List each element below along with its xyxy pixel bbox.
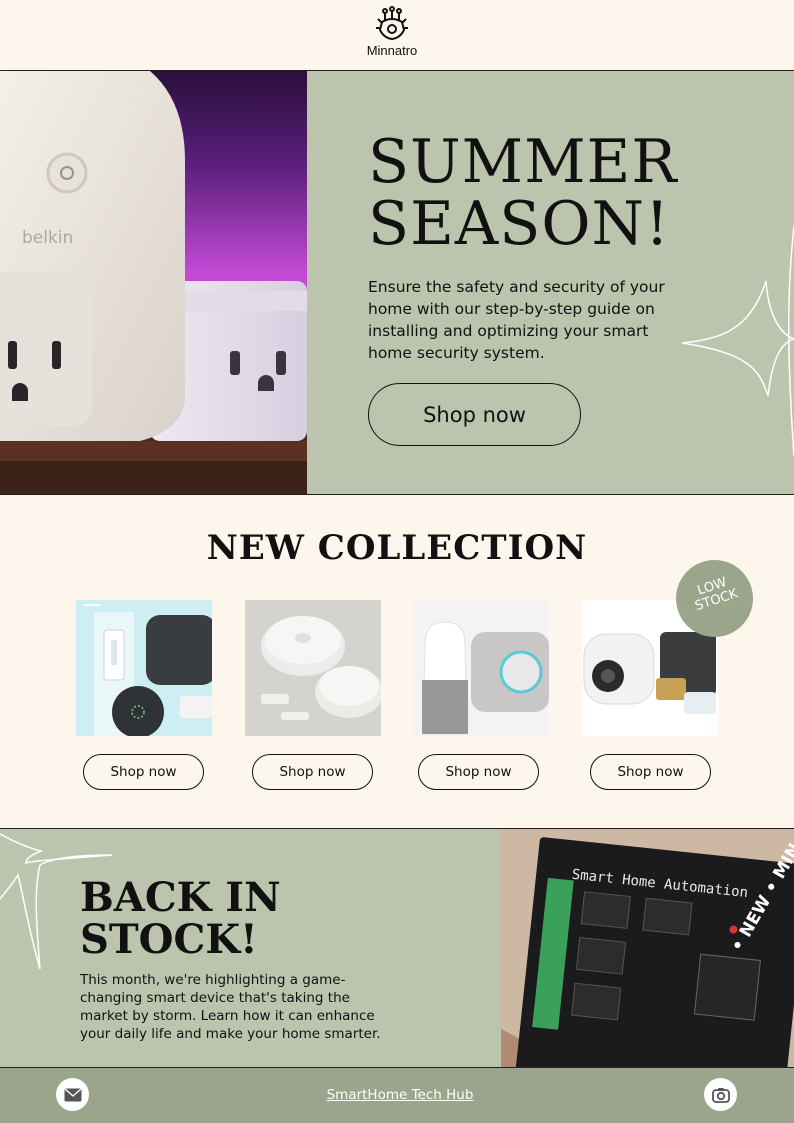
hero-description: Ensure the safety and security of your h… — [368, 278, 665, 362]
camera-icon — [711, 1087, 730, 1103]
product-shop-now-button-3[interactable]: Shop now — [418, 754, 539, 790]
circuit-gear-icon — [376, 6, 408, 41]
logo-text: Minnatro — [366, 43, 418, 58]
footer-site-link[interactable]: SmartHome Tech Hub — [250, 1087, 550, 1103]
product-image-google-home[interactable] — [413, 600, 549, 736]
hero-photo-smart-plug: belkin — [0, 71, 307, 494]
collection-title: NEW COLLECTION — [206, 528, 588, 568]
stock-title-line1: BACK IN — [80, 874, 281, 921]
svg-text:belkin: belkin — [22, 228, 73, 248]
stock-photo-automation-board: Smart Home Automation • NEW • MIN • — [501, 829, 794, 1067]
hero-title-line2: SEASON! — [368, 189, 671, 259]
new-collection-section: NEW COLLECTION Shop now Shop now Shop no… — [0, 495, 794, 829]
hero-section: belkin SUMMER SEASON! Ensure the safety … — [0, 71, 794, 495]
product-shop-now-button-4[interactable]: Shop now — [590, 754, 711, 790]
back-in-stock-section: BACK IN STOCK! This month, we're highlig… — [0, 829, 794, 1067]
logo[interactable]: Minnatro — [352, 6, 432, 58]
decorative-star-icon — [681, 225, 794, 457]
low-stock-badge: LOW STOCK — [676, 560, 753, 637]
smart-plug-illustration: belkin — [0, 71, 307, 494]
hero-shop-now-button[interactable]: Shop now — [368, 383, 581, 446]
email-button[interactable] — [56, 1078, 89, 1111]
hero-title: SUMMER SEASON! — [368, 131, 678, 255]
footer: SmartHome Tech Hub — [0, 1067, 794, 1123]
product-image-smoke-detectors[interactable] — [245, 600, 381, 736]
product-shop-now-button-2[interactable]: Shop now — [252, 754, 373, 790]
product-shop-now-button-1[interactable]: Shop now — [83, 754, 204, 790]
stock-title-line2: STOCK! — [80, 916, 258, 963]
low-stock-badge-text: LOW STOCK — [674, 569, 756, 619]
stock-title: BACK IN STOCK! — [80, 877, 281, 961]
product-image-smart-devices[interactable] — [76, 600, 212, 736]
header: Minnatro — [0, 0, 794, 71]
mail-icon — [64, 1087, 81, 1101]
camera-button[interactable] — [704, 1078, 737, 1111]
hero-title-line1: SUMMER — [368, 127, 678, 197]
stock-description: This month, we're highlighting a game-ch… — [80, 972, 381, 1042]
